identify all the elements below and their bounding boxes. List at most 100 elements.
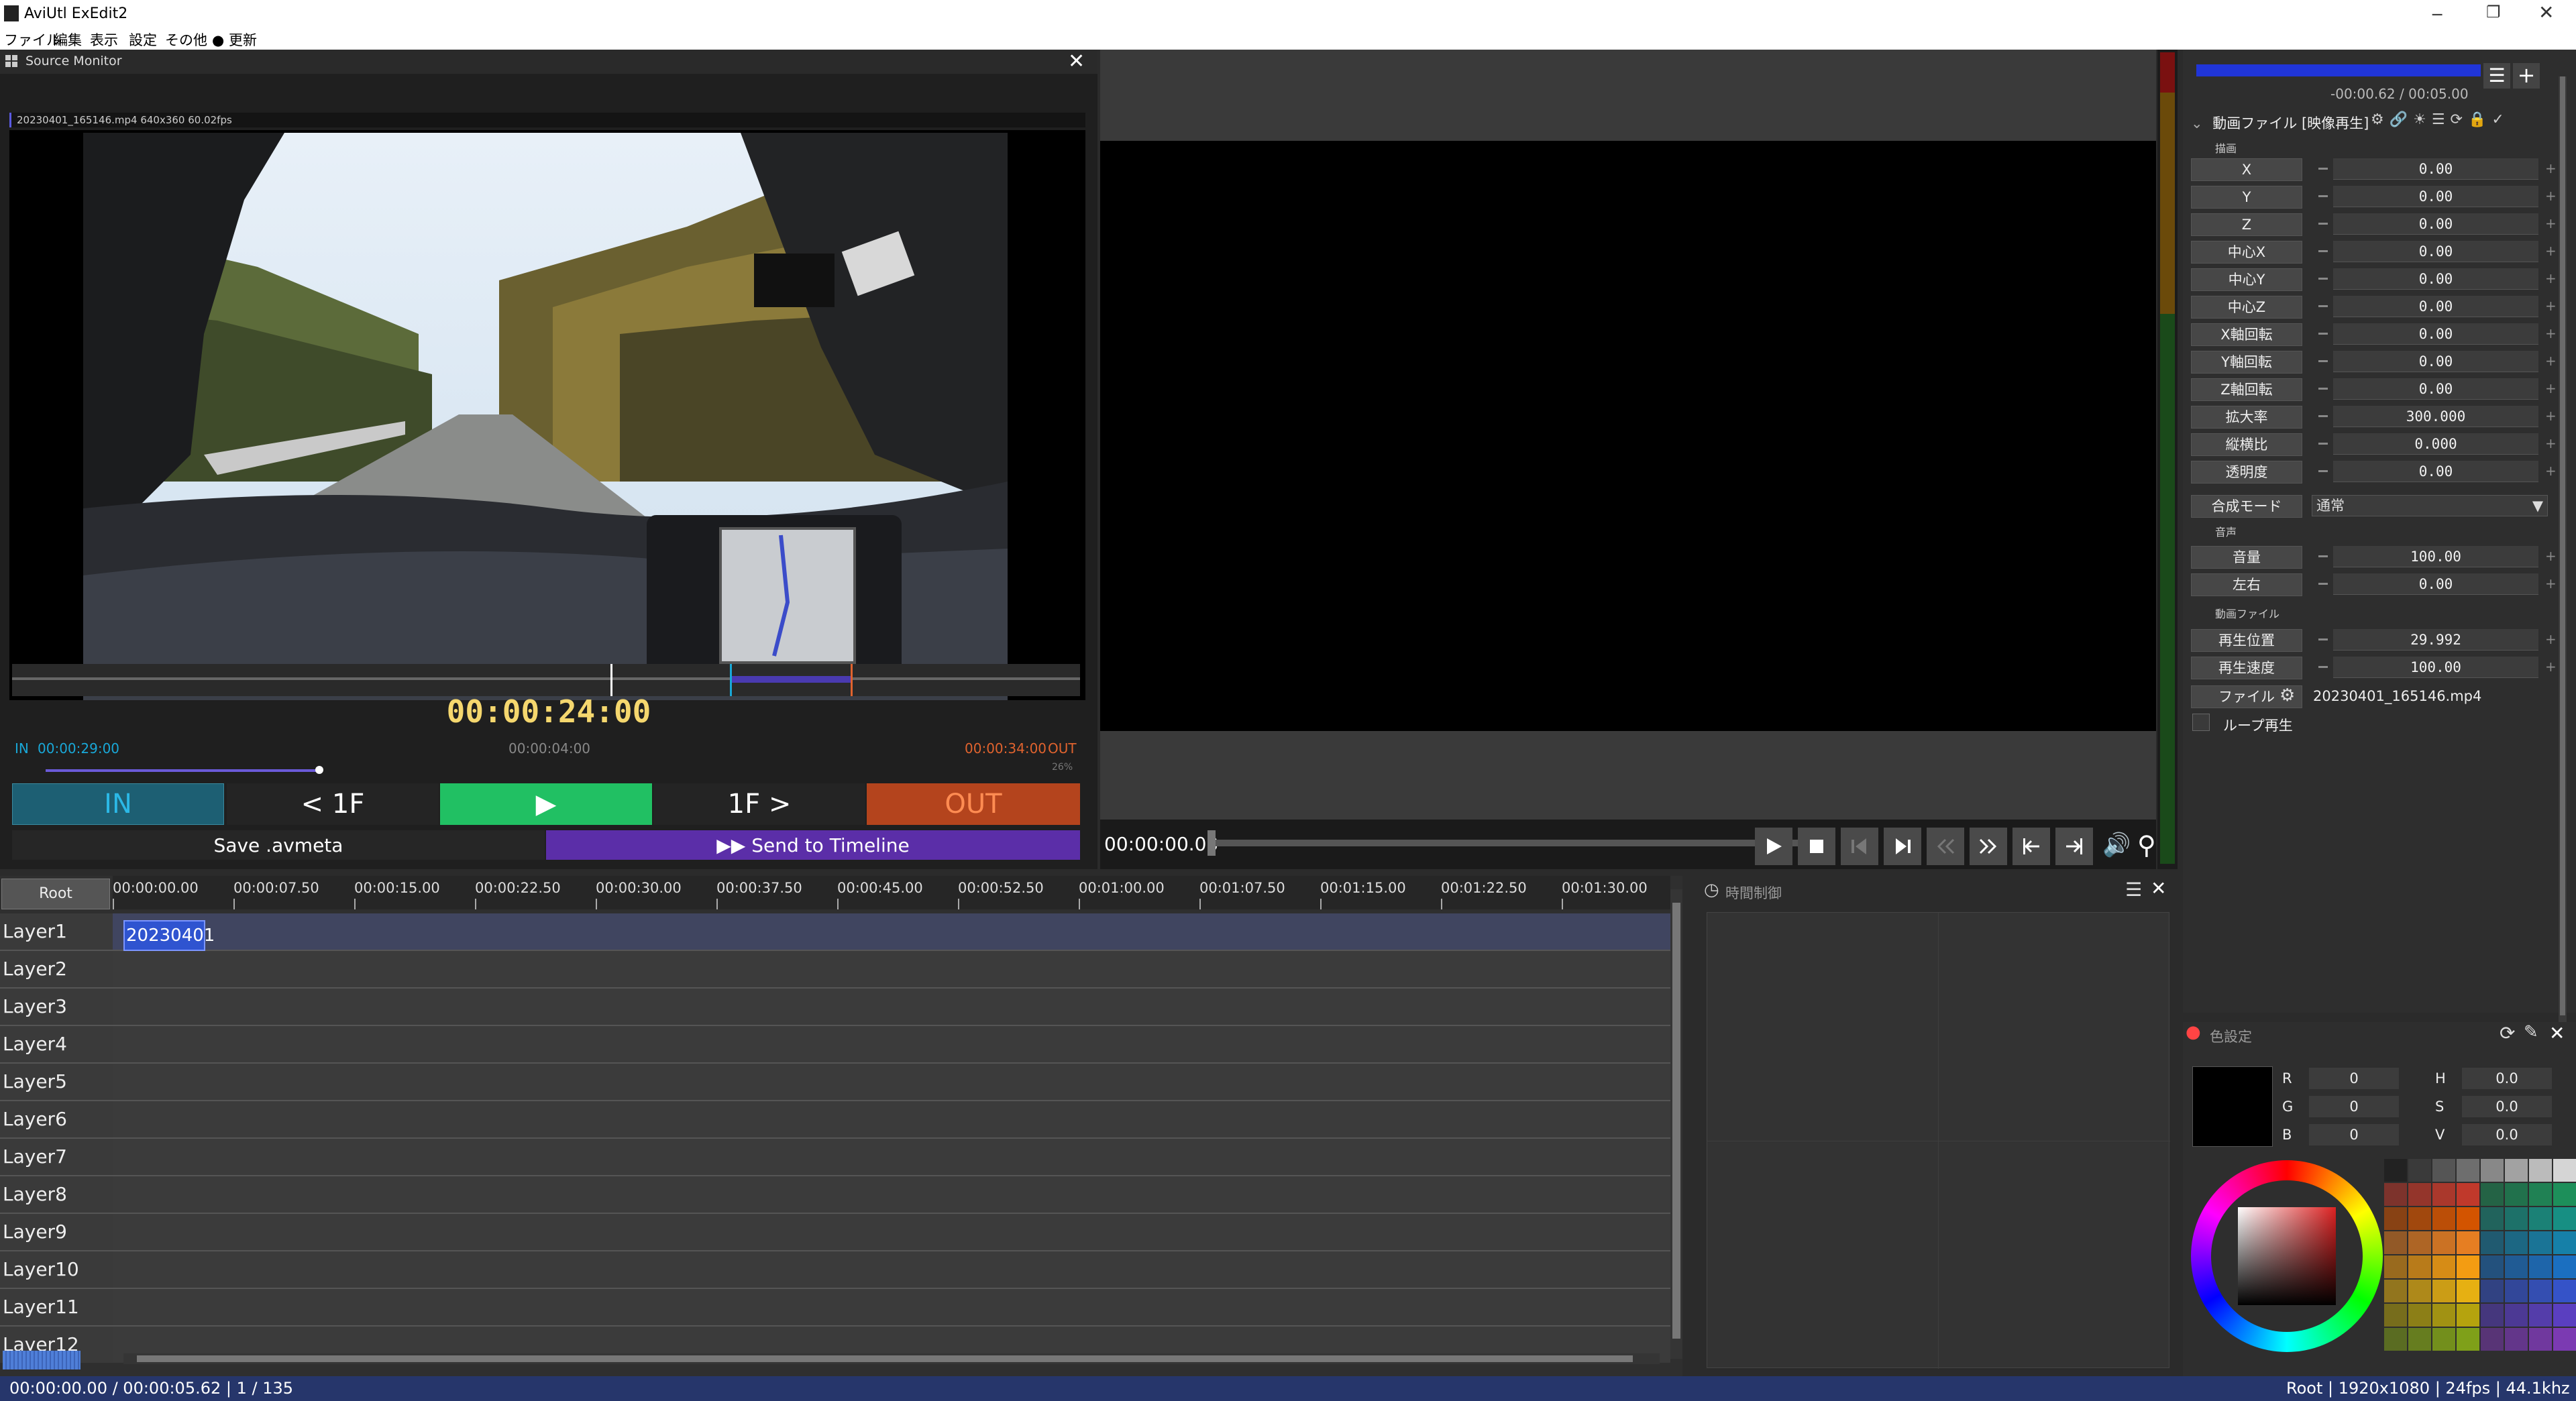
swatch[interactable] [2553, 1255, 2576, 1278]
minus-icon[interactable] [2318, 195, 2328, 197]
play-button[interactable]: ▶ [440, 783, 652, 825]
plus-icon[interactable]: + [2545, 437, 2557, 450]
minus-icon[interactable] [2318, 470, 2328, 472]
layer-name[interactable]: Layer7 [0, 1139, 113, 1175]
layer-name[interactable]: Layer4 [0, 1026, 113, 1062]
layer-track[interactable] [113, 1139, 1670, 1175]
timeline-hscroll[interactable] [123, 1353, 1660, 1364]
list-icon[interactable]: ☰ [2483, 63, 2510, 89]
save-avmeta-button[interactable]: Save .avmeta [12, 830, 545, 860]
swatch[interactable] [2481, 1231, 2504, 1254]
property-value[interactable]: 0.00 [2333, 268, 2538, 290]
plus-icon[interactable]: + [2545, 354, 2557, 368]
plus-icon[interactable]: + [2545, 409, 2557, 423]
in-marker[interactable] [730, 664, 732, 696]
swatch[interactable] [2384, 1280, 2407, 1302]
root-tab[interactable]: Root [1, 879, 110, 909]
layer-row[interactable]: Layer4 [0, 1026, 1670, 1064]
minus-icon[interactable] [2318, 360, 2328, 362]
color-channel-value[interactable]: 0 [2309, 1096, 2399, 1117]
video-property-value[interactable]: 100.00 [2333, 657, 2538, 678]
plus-icon[interactable]: + [2545, 632, 2557, 646]
swatch[interactable] [2384, 1328, 2407, 1351]
swatch[interactable] [2408, 1231, 2431, 1254]
out-button[interactable]: OUT [867, 783, 1080, 825]
swatch[interactable] [2432, 1304, 2455, 1327]
property-value[interactable]: 0.00 [2333, 461, 2538, 482]
swatch[interactable] [2432, 1159, 2455, 1182]
menu-view[interactable]: 表示 [90, 30, 118, 50]
timeline-clip[interactable]: 20230401 [123, 920, 215, 951]
swatch[interactable] [2408, 1183, 2431, 1206]
layer-name[interactable]: Layer5 [0, 1064, 113, 1100]
minus-icon[interactable] [2318, 278, 2328, 280]
layer-name[interactable]: Layer10 [0, 1251, 113, 1288]
zoom-bar[interactable] [3, 1351, 80, 1369]
menu-other[interactable]: その他 [165, 30, 207, 50]
menu-update[interactable]: ● 更新 [212, 30, 257, 50]
swatch[interactable] [2529, 1304, 2552, 1327]
plus-icon[interactable]: + [2545, 162, 2557, 175]
swatch[interactable] [2481, 1304, 2504, 1327]
eyedropper-icon[interactable]: ✎ [2524, 1022, 2538, 1042]
section-audio[interactable]: 音声 [2215, 523, 2237, 539]
add-icon[interactable]: + [2513, 63, 2540, 89]
swatch[interactable] [2408, 1207, 2431, 1230]
swatch[interactable] [2505, 1255, 2528, 1278]
layer-track[interactable] [113, 1251, 1670, 1288]
menu-settings[interactable]: 設定 [129, 30, 157, 50]
layer-name[interactable]: Layer8 [0, 1176, 113, 1213]
swatch[interactable] [2384, 1183, 2407, 1206]
layer-track[interactable] [113, 989, 1670, 1025]
color-channel-value[interactable]: 0.0 [2462, 1124, 2552, 1145]
menu-edit[interactable]: 編集 [54, 30, 82, 50]
swatch[interactable] [2457, 1159, 2479, 1182]
chevron-down-icon[interactable]: ⌄ [2191, 115, 2203, 131]
color-channel-value[interactable]: 0.0 [2462, 1096, 2552, 1117]
layer-track[interactable] [113, 1176, 1670, 1213]
swatch[interactable] [2505, 1231, 2528, 1254]
plus-icon[interactable]: + [2545, 272, 2557, 285]
layer-row[interactable]: Layer7 [0, 1139, 1670, 1176]
property-value[interactable]: 0.000 [2333, 433, 2538, 455]
plus-icon[interactable]: + [2545, 549, 2557, 563]
layer-row[interactable]: Layer9 [0, 1214, 1670, 1251]
swatch[interactable] [2505, 1304, 2528, 1327]
swatch[interactable] [2457, 1231, 2479, 1254]
color-channel-value[interactable]: 0 [2309, 1124, 2399, 1145]
color-close-icon[interactable]: ✕ [2549, 1022, 2565, 1044]
property-time-bar[interactable] [2196, 64, 2481, 76]
swatch[interactable] [2529, 1183, 2552, 1206]
swatch[interactable] [2529, 1255, 2552, 1278]
layer-row[interactable]: Layer12 [0, 1327, 1670, 1363]
swatch[interactable] [2553, 1207, 2576, 1230]
blend-mode-select[interactable]: 通常 ▼ [2312, 495, 2548, 516]
minus-icon[interactable] [2318, 305, 2328, 307]
color-wheel[interactable] [2191, 1160, 2383, 1352]
layer-row[interactable]: Layer1 [0, 913, 1670, 951]
swatch[interactable] [2457, 1328, 2479, 1351]
next-frame-icon[interactable] [1884, 828, 1921, 865]
layer-track[interactable] [113, 1026, 1670, 1062]
stop-icon[interactable] [1798, 828, 1835, 865]
swatch[interactable] [2457, 1183, 2479, 1206]
section-video[interactable]: 動画ファイル [2215, 605, 2279, 621]
layer-row[interactable]: Layer6 [0, 1101, 1670, 1139]
swatch[interactable] [2432, 1183, 2455, 1206]
menu-file[interactable]: ファイル [4, 30, 60, 50]
minus-icon[interactable] [2318, 250, 2328, 252]
layer-name[interactable]: Layer11 [0, 1289, 113, 1325]
swatch[interactable] [2481, 1183, 2504, 1206]
minus-icon[interactable] [2318, 666, 2328, 668]
prev-frame-button[interactable]: < 1F [227, 783, 439, 825]
plus-icon[interactable]: + [2545, 217, 2557, 230]
time-control-list-icon[interactable]: ☰ [2125, 879, 2142, 901]
minus-icon[interactable] [2318, 223, 2328, 225]
swatch[interactable] [2384, 1304, 2407, 1327]
swatch[interactable] [2553, 1304, 2576, 1327]
fast-forward-icon[interactable] [1970, 828, 2007, 865]
color-refresh-icon[interactable]: ⟳ [2500, 1022, 2515, 1044]
swatch[interactable] [2553, 1328, 2576, 1351]
playhead-marker[interactable] [610, 664, 612, 696]
jump-end-icon[interactable] [2055, 828, 2093, 865]
